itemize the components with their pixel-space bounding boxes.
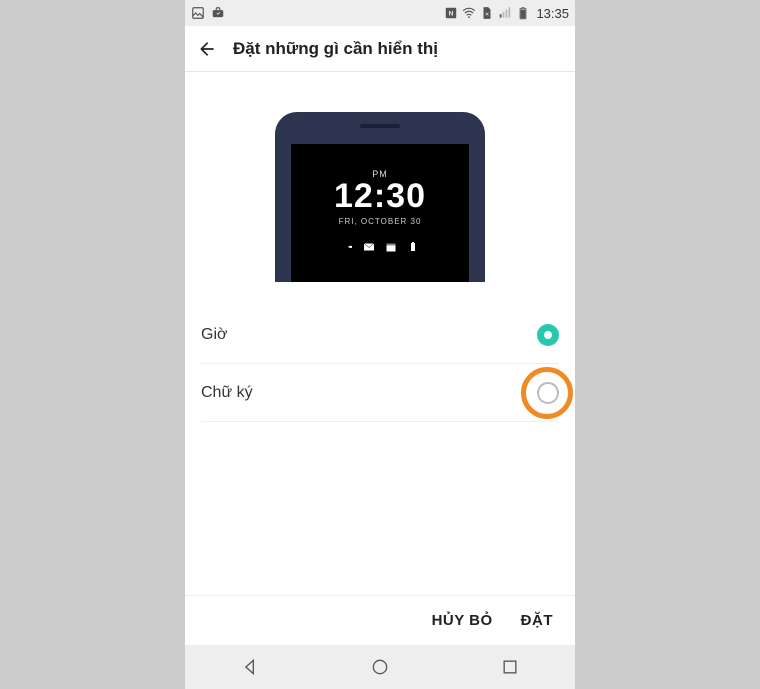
missed-call-icon	[341, 240, 353, 258]
nfc-icon: N	[444, 6, 458, 20]
cancel-button[interactable]: HỦY BỎ	[432, 612, 493, 629]
phone-screen: PM 12:30 FRI, OCTOBER 30	[291, 144, 469, 282]
nav-recent-button[interactable]	[490, 647, 530, 687]
briefcase-icon	[211, 6, 225, 20]
page-title: Đặt những gì cần hiển thị	[233, 39, 438, 59]
preview-icon-row	[341, 240, 419, 258]
set-button[interactable]: ĐẶT	[521, 612, 553, 629]
preview-date: FRI, OCTOBER 30	[339, 217, 422, 226]
phone-speaker	[360, 124, 400, 128]
option-row-clock[interactable]: Giờ	[201, 306, 559, 364]
navigation-bar	[185, 645, 575, 689]
status-left	[191, 6, 225, 20]
battery-icon	[516, 6, 530, 20]
calendar-icon	[385, 240, 397, 258]
option-label-signature: Chữ ký	[201, 384, 253, 402]
svg-text:✕: ✕	[485, 12, 489, 18]
content-area: PM 12:30 FRI, OCTOBER 30 Giờ Chữ ký	[185, 72, 575, 595]
image-icon	[191, 6, 205, 20]
device-frame: N ✕ 13:35 Đặt những gì cần hiển thị	[185, 0, 575, 689]
nav-home-button[interactable]	[360, 647, 400, 687]
footer-bar: HỦY BỎ ĐẶT	[185, 595, 575, 645]
wifi-icon	[462, 6, 476, 20]
radio-clock[interactable]	[537, 324, 559, 346]
radio-signature[interactable]	[537, 382, 559, 404]
option-row-signature[interactable]: Chữ ký	[201, 364, 559, 422]
status-bar: N ✕ 13:35	[185, 0, 575, 26]
battery-small-icon	[407, 240, 419, 258]
sim-icon: ✕	[480, 6, 494, 20]
phone-preview: PM 12:30 FRI, OCTOBER 30	[275, 112, 485, 282]
svg-text:N: N	[449, 10, 454, 17]
preview-clock: 12:30	[334, 179, 426, 213]
status-time: 13:35	[536, 6, 569, 21]
status-right: N ✕ 13:35	[444, 6, 569, 21]
back-button[interactable]	[197, 38, 219, 60]
mail-icon	[363, 240, 375, 258]
signal-icon	[498, 6, 512, 20]
preview-container: PM 12:30 FRI, OCTOBER 30	[201, 72, 559, 306]
option-label-clock: Giờ	[201, 326, 228, 344]
nav-back-button[interactable]	[230, 647, 270, 687]
app-header: Đặt những gì cần hiển thị	[185, 26, 575, 72]
